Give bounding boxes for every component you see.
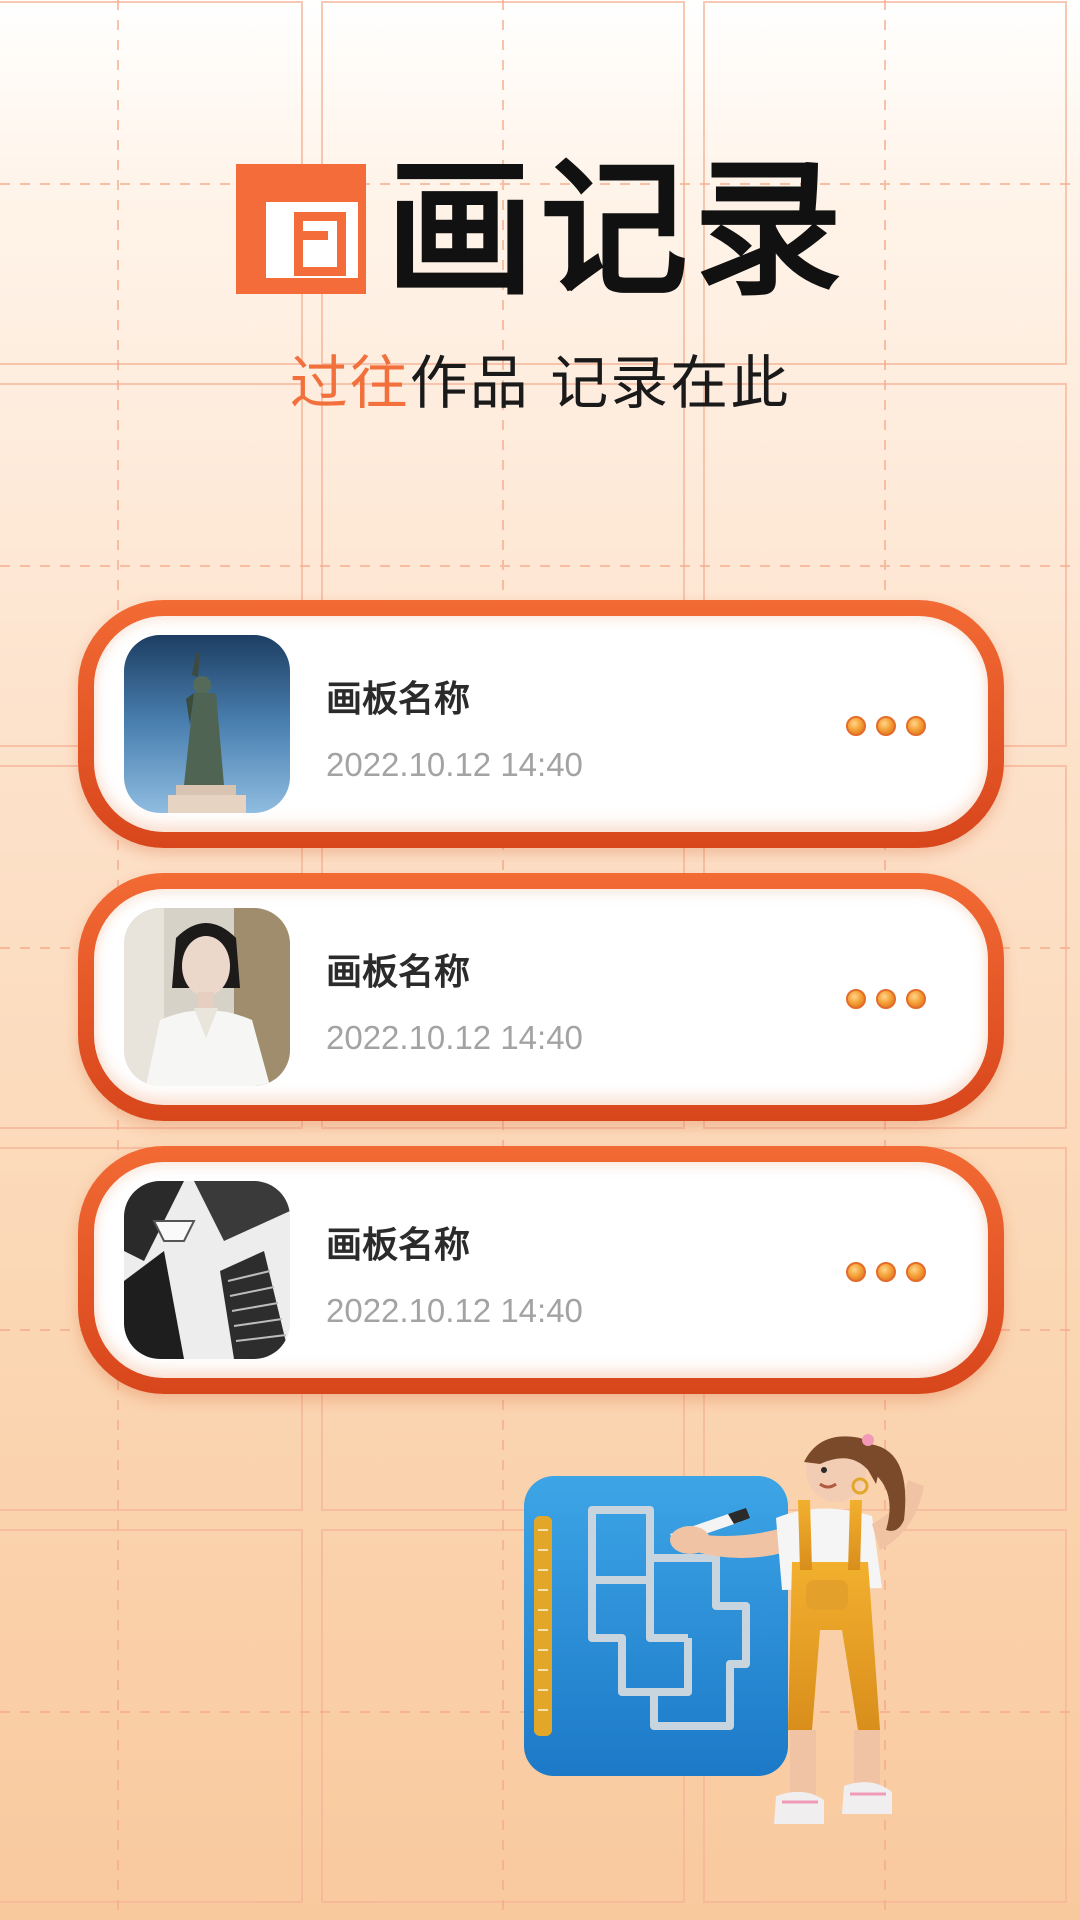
dot — [846, 989, 866, 1009]
dot — [876, 989, 896, 1009]
subtitle-accent: 过往 — [289, 349, 410, 417]
dot — [846, 716, 866, 736]
dot — [876, 716, 896, 736]
record-date: 2022.10.12 14:40 — [326, 1019, 583, 1056]
record-card-body: 画板名称 2022.10.12 14:40 — [94, 616, 988, 832]
woman-portrait-photo — [124, 908, 290, 1086]
skyscrapers-photo — [124, 1181, 290, 1359]
subtitle-text: 作品 记录在此 — [409, 349, 791, 417]
dot — [906, 989, 926, 1009]
girl-drawing-floorplan-illustration — [524, 1434, 924, 1824]
page-title: 画记录 — [386, 144, 848, 316]
record-name: 画板名称 — [326, 952, 471, 993]
record-card[interactable]: 画板名称 2022.10.12 14:40 — [78, 873, 1004, 1121]
record-card-body: 画板名称 2022.10.12 14:40 — [94, 889, 988, 1105]
dot — [876, 1262, 896, 1282]
page-subtitle: 过往作品 记录在此 — [0, 336, 1080, 420]
dot — [846, 1262, 866, 1282]
record-date: 2022.10.12 14:40 — [326, 1292, 583, 1329]
more-dots-icon[interactable] — [846, 714, 926, 738]
record-card[interactable]: 画板名称 2022.10.12 14:40 — [78, 1146, 1004, 1394]
more-dots-icon[interactable] — [846, 1260, 926, 1284]
record-date: 2022.10.12 14:40 — [326, 746, 583, 783]
record-name: 画板名称 — [326, 679, 471, 720]
record-thumbnail — [124, 1181, 290, 1359]
record-card-body: 画板名称 2022.10.12 14:40 — [94, 1162, 988, 1378]
dot — [906, 716, 926, 736]
record-card[interactable]: 画板名称 2022.10.12 14:40 — [78, 600, 1004, 848]
record-thumbnail — [124, 908, 290, 1086]
record-thumbnail — [124, 635, 290, 813]
statue-of-liberty-photo — [124, 635, 290, 813]
dot — [906, 1262, 926, 1282]
header: 画记录 — [0, 150, 1080, 310]
square-logo-icon — [236, 164, 366, 294]
more-dots-icon[interactable] — [846, 987, 926, 1011]
record-name: 画板名称 — [326, 1225, 471, 1266]
